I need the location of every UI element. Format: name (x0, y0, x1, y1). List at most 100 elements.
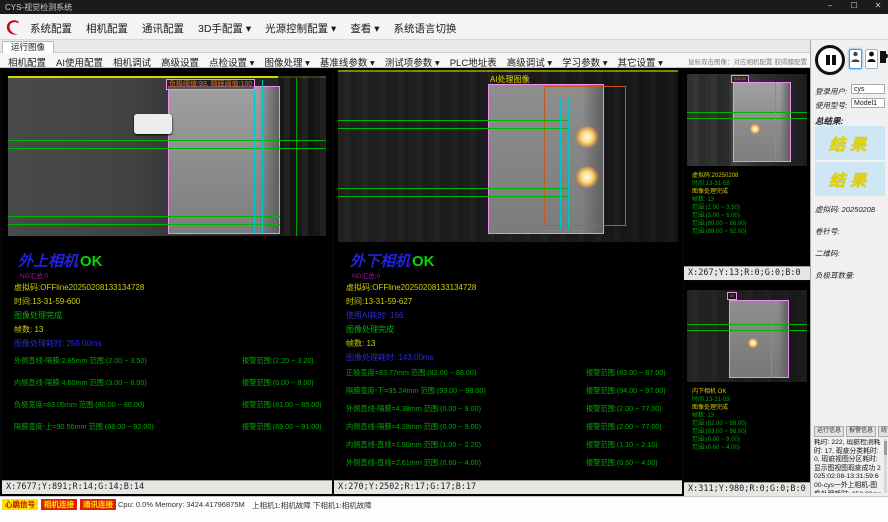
user-login-button[interactable] (849, 49, 862, 69)
camera-image-right-top[interactable]: 93/100 (687, 74, 807, 166)
weld-glow (747, 338, 759, 348)
camera-panel-left: 负极阈值:93, 隔膜阈值:100 外上相机OK NG汇总:0 虚拟码:OFFl… (2, 68, 332, 496)
toolbar-item[interactable]: 高级设置 (161, 55, 199, 69)
cell-roi (729, 300, 789, 378)
camera-result-title: 外上相机OK (18, 250, 103, 271)
measure-hline (338, 128, 570, 129)
pixel-coords-center: X:270;Y:2502;R:17;G:17;B:17 (334, 480, 682, 494)
maximize-button[interactable]: ☐ (848, 1, 860, 10)
edge-vline (254, 80, 255, 234)
menu-item[interactable]: 相机配置 (86, 21, 128, 36)
camera-image-center[interactable]: AI处理图像 (338, 70, 678, 242)
toolbar-item[interactable]: 相机调试 (113, 55, 151, 69)
toolbar-item[interactable]: 点检设置 ▾ (209, 55, 254, 69)
toolbar-item[interactable]: 高级调试 ▾ (507, 55, 552, 69)
toolbar-item[interactable]: 学习参数 ▾ (562, 55, 607, 69)
threshold-label: AI (727, 292, 737, 300)
measurement-row: 外侧直线-直线=2.61mm 范围:(0.60 ~ 4.00)报警范围:(0.6… (346, 458, 666, 476)
log-scrollbar[interactable] (884, 439, 887, 493)
log-tab-alarm[interactable]: 报警信息 (846, 426, 876, 437)
menu-item[interactable]: 系统语言切换 (394, 21, 457, 36)
measurement-text: 隔膜宽度-上=90.56mm 范围:(88.00 ~ 92.00) (14, 422, 242, 432)
toolbar-item[interactable]: PLC地址表 (450, 55, 497, 69)
measure-hline (338, 188, 570, 189)
status-line: 图像处理完成 (346, 324, 394, 335)
window-controls: – ☐ ✕ (824, 1, 884, 10)
menu-list: 系统配置相机配置通讯配置 3D手配置 ▾ 光源控制配置 ▾ 查看 ▾ 系统语言切换 (30, 21, 457, 36)
tab-count-label: 负极耳数量: (815, 270, 855, 281)
baseline-vline (296, 78, 297, 236)
pause-button[interactable] (815, 45, 845, 75)
user-icon (851, 50, 860, 68)
cell-roi (733, 82, 791, 162)
measure-hline (8, 148, 326, 149)
camera-result-title: 外下相机OK (350, 250, 435, 271)
app-logo-icon (5, 18, 23, 36)
model-label: 使用型号: (815, 100, 847, 111)
alarm-range-text: 报警范围:(2.00 ~ 77.00) (586, 404, 662, 414)
pin-field-label: 卷针号: (815, 226, 840, 237)
menu-item[interactable]: 系统配置 (30, 21, 72, 36)
toolbar-item[interactable]: 测试项参数 ▾ (385, 55, 440, 69)
toolbar-item[interactable]: 其它设置 ▾ (618, 55, 663, 69)
measurement-text: 隔膜宽度-下=95.24mm 范围:(93.00 ~ 98.00) (346, 386, 586, 396)
camera-image-left[interactable]: 负极阈值:93, 隔膜阈值:100 (8, 76, 326, 236)
measurement-row: 内侧直线-隔膜=4.28mm 范围:(0.00 ~ 9.00)报警范围:(2.0… (346, 422, 666, 440)
mini-line: 时间:13-31-59 (692, 180, 747, 188)
measurement-text: 正极宽度=83.77mm 范围:(82.00 ~ 88.00) (346, 368, 586, 378)
mini-result-lines: 虚拟码:20250208时间:13-31-59图像处理完成帧数: 13范围:(2… (692, 172, 747, 236)
operator-button[interactable] (865, 49, 878, 69)
toolbar-item[interactable]: 相机配置 (8, 55, 46, 69)
toolbar-item[interactable]: 基准线参数 ▾ (320, 55, 375, 69)
measurement-list: 正极宽度=83.77mm 范围:(82.00 ~ 88.00)报警范围:(83.… (346, 368, 666, 476)
edge-vline (775, 82, 776, 162)
ng-note: NG汇总:0 (20, 270, 48, 280)
window-title: CYS-视觉检测系统 (5, 2, 72, 13)
exit-button[interactable] (880, 49, 888, 69)
close-button[interactable]: ✕ (872, 1, 884, 10)
toolbar-item[interactable]: 图像处理 ▾ (264, 55, 309, 69)
login-value-field[interactable]: cys (851, 84, 885, 94)
log-tab-stats[interactable]: 统计信息 (878, 426, 888, 437)
alarm-range-text: 报警范围:(89.00 ~ 91.00) (242, 422, 322, 432)
measurement-row: 隔膜宽度-上=90.56mm 范围:(88.00 ~ 92.00)报警范围:(8… (14, 422, 322, 444)
mini-line: 范围:(82.00 ~ 88.00) (692, 420, 747, 428)
tab-connector (134, 114, 172, 134)
status-bar: 心跳信号 相机连接 通讯连接 Cpu: 0.0% Memory: 3424.41… (0, 496, 888, 522)
tab-bar: 运行图像 (0, 40, 810, 53)
edge-vline (560, 98, 561, 230)
mini-line: 虚拟码:20250208 (692, 172, 747, 180)
image-texture (278, 76, 326, 236)
alarm-range-text: 报警范围:(2.00 ~ 77.00) (586, 422, 662, 432)
toolbar-item[interactable]: AI使用配置 (56, 55, 103, 69)
elapsed-line: 图像处理耗时: 256.00ms (14, 338, 102, 349)
menu-item[interactable]: 查看 ▾ (350, 21, 379, 36)
app-window: CYS-视觉检测系统 – ☐ ✕ 系统配置相机配置通讯配置3D手配置 ▾光源控制… (0, 0, 888, 522)
menu-item[interactable]: 3D手配置 ▾ (198, 21, 251, 36)
camera-name: 外上相机 (18, 253, 78, 270)
menu-item[interactable]: 光源控制配置 ▾ (265, 21, 336, 36)
mini-line: 范围:(80.00 ~ 86.00) (692, 220, 747, 228)
mini-line: 范围:(2.00 ~ 3.50) (692, 204, 747, 212)
mini-line: 范围:(88.00 ~ 92.00) (692, 228, 747, 236)
exit-door-icon (879, 50, 888, 69)
measure-hline (8, 140, 326, 141)
barcode-line: 虚拟码:OFFline20250208133134728 (346, 282, 476, 293)
log-text: 耗时: 222, 瑕疵检测耗时: 17, 瑕疵分类耗时: 0, 瑕疵视图分区耗时… (814, 439, 882, 493)
alarm-range-text: 报警范围:(83.00 ~ 87.00) (586, 368, 666, 378)
measurement-text: 内侧直线-直线=1.90mm 范围:(1.00 ~ 2.20) (346, 440, 586, 450)
result-ok: OK (412, 253, 435, 270)
measure-hline (687, 330, 807, 331)
menu-item[interactable]: 通讯配置 (142, 21, 184, 36)
alarm-range-text: 报警范围:(0.00 ~ 8.00) (242, 378, 314, 388)
camera-panel-center: AI处理图像 外下相机OK NG汇总:0 虚拟码:OFFline20250208… (334, 68, 682, 496)
minimize-button[interactable]: – (824, 1, 836, 10)
model-value-field[interactable]: Model1 (851, 98, 885, 108)
login-label: 登录用户: (815, 86, 847, 97)
operator-icon (867, 50, 876, 68)
toolbar-hint: 鼠标双击图像：对应相机配置·胶隔膜配置 (688, 56, 808, 66)
mini-line: 内下相机 OK (692, 388, 747, 396)
log-tab-run[interactable]: 运行信息 (814, 426, 844, 437)
tab-run-image[interactable]: 运行图像 (2, 41, 54, 53)
camera-image-right-bottom[interactable]: AI (687, 290, 807, 382)
